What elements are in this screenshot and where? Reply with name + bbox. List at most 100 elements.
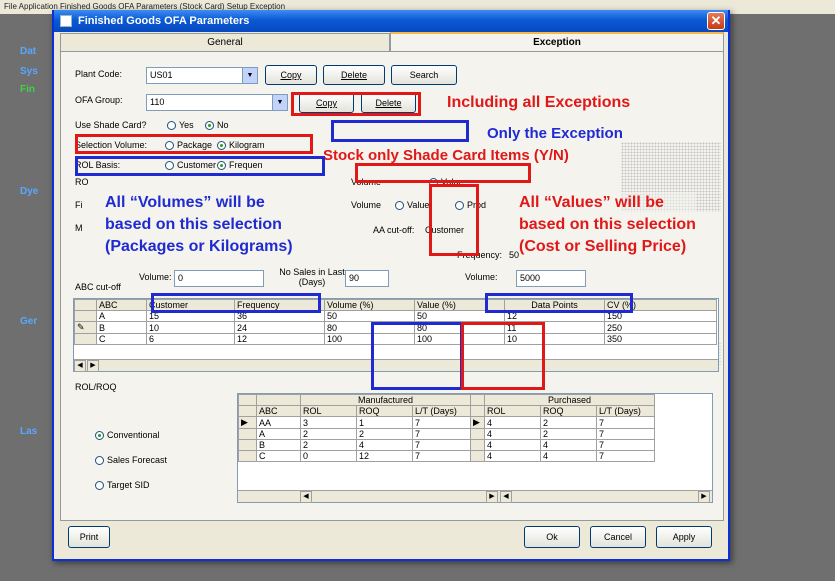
cell-m-rol[interactable]: 2 [300,439,357,451]
value-2-label: Value [407,200,430,210]
scroll-left-icon[interactable]: ◀ [300,491,312,503]
conventional-label: Conventional [107,430,160,440]
cell-p-rol[interactable]: 4 [484,439,541,451]
annotation-stock-only-text: Stock only Shade Card Items (Y/N) [323,147,569,164]
cell-volume[interactable]: 50 [324,310,415,322]
radio-yes[interactable] [167,121,176,131]
cell-m-lt[interactable]: 7 [412,439,471,451]
target-sid-option[interactable]: Target SID [89,480,150,491]
cell-frequency[interactable]: 24 [234,321,325,334]
tab-exception[interactable]: Exception [390,32,724,52]
cell-p-lt[interactable]: 7 [596,450,655,462]
cell-m-rol[interactable]: 2 [300,428,357,440]
ofa-group-select[interactable]: 110 ▼ [146,94,288,111]
table-row[interactable]: A 2 2 7 4 2 7 [238,428,655,440]
cell-abc[interactable]: C [96,333,147,345]
shade-card-no[interactable]: No [199,120,229,131]
scroll-left-icon[interactable]: ◀ [500,491,512,503]
volume-input-2[interactable]: 5000 [516,270,586,287]
copy-plant-button[interactable]: Copy [265,65,317,85]
volume-radio-2[interactable]: Volume [351,200,381,210]
cell-abc[interactable]: A [96,310,147,322]
cell-m-rol[interactable]: 0 [300,450,357,462]
ofa-group-value: 110 [150,97,165,107]
volume-label: Volume: [139,272,172,282]
cell-p-rol[interactable]: 4 [484,450,541,462]
side-label-1: Dat [20,46,37,57]
annotation-box-shade [331,120,469,142]
annotation-values-line-1: All “Values” will be [519,194,664,211]
cell-p-roq[interactable]: 4 [540,450,597,462]
cell-m-roq[interactable]: 12 [356,450,413,462]
cell-p-roq[interactable]: 2 [540,428,597,440]
close-button[interactable]: ✕ [707,12,725,30]
radio-target-sid[interactable] [95,481,104,491]
rolroq-grid[interactable]: Manufactured Purchased ABC ROL ROQ L/T (… [237,393,713,503]
scroll-right-icon[interactable]: ▶ [698,491,710,503]
table-row[interactable]: B 2 4 7 4 4 7 [238,439,655,451]
plant-code-select[interactable]: US01 ▼ [146,67,258,84]
cell-m-roq[interactable]: 2 [356,428,413,440]
cell-p-lt[interactable]: 7 [596,439,655,451]
cell-cv[interactable]: 350 [604,333,717,345]
dialog-titlebar[interactable]: Finished Goods OFA Parameters [54,10,728,32]
cell-p-roq[interactable]: 2 [540,416,597,429]
radio-conventional[interactable] [95,431,104,441]
no-sales-input[interactable]: 90 [345,270,389,287]
cell-m-lt[interactable]: 7 [412,450,471,462]
annotation-volumes-line-2: based on this selection [105,216,282,233]
plant-code-label: Plant Code: [75,69,123,79]
cell-m-lt[interactable]: 7 [412,428,471,440]
cell-m-roq[interactable]: 4 [356,439,413,451]
conventional-option[interactable]: Conventional [89,430,160,441]
print-button[interactable]: Print [68,526,110,548]
cell-m-roq[interactable]: 1 [356,416,413,429]
scroll-right-icon[interactable]: ▶ [486,491,498,503]
cell-customer[interactable]: 6 [146,333,235,345]
value-radio-2[interactable]: Value [389,200,430,211]
current-row-icon: ▶ [470,416,485,429]
delete-plant-button[interactable]: Delete [323,65,385,85]
cell-frequency[interactable]: 12 [234,333,325,345]
volume-input[interactable]: 0 [174,270,264,287]
no-sales-value: 90 [349,273,360,283]
cell-customer[interactable]: 10 [146,321,235,334]
radio-sales-forecast[interactable] [95,456,104,466]
cell-abc[interactable]: B [256,439,301,451]
radio-no[interactable] [205,121,214,131]
fi-label: Fi [75,200,83,210]
cell-abc[interactable]: B [96,321,147,334]
cell-abc[interactable]: AA [256,416,301,429]
cell-abc[interactable]: C [256,450,301,462]
ok-button[interactable]: Ok [524,526,580,548]
volume-input-2-value: 5000 [520,273,541,283]
radio-value-2[interactable] [395,201,404,211]
cell-abc[interactable]: A [256,428,301,440]
apply-button[interactable]: Apply [656,526,712,548]
cell-p-lt[interactable]: 7 [596,428,655,440]
cell-p-rol[interactable]: 4 [484,416,541,429]
cell-m-lt[interactable]: 7 [412,416,471,429]
header-m-roq: ROQ [356,405,413,417]
cell-cv[interactable]: 250 [604,321,717,334]
m-label: M [75,223,83,233]
sales-forecast-option[interactable]: Sales Forecast [89,455,167,466]
search-button[interactable]: Search [391,65,457,85]
scroll-left-icon[interactable]: ◀ [74,360,86,372]
chevron-down-icon: ▼ [272,95,287,110]
cell-m-rol[interactable]: 3 [300,416,357,429]
cell-p-roq[interactable]: 4 [540,439,597,451]
table-row[interactable]: ▶ AA 3 1 7 ▶ 4 2 7 [238,416,655,429]
rolroq-table: Manufactured Purchased ABC ROL ROQ L/T (… [238,394,655,462]
header-abc: ABC [96,299,147,311]
cancel-button[interactable]: Cancel [590,526,646,548]
shade-card-yes[interactable]: Yes [161,120,194,131]
row-indicator-header [238,405,257,417]
table-row[interactable]: C 0 12 7 4 4 7 [238,450,655,462]
cell-p-lt[interactable]: 7 [596,416,655,429]
ok-label: Ok [546,532,558,542]
rolroq-scrollbar[interactable]: ◀ ▶ ◀ ▶ [238,490,712,503]
cell-p-rol[interactable]: 4 [484,428,541,440]
scroll-right-icon[interactable]: ▶ [87,360,99,372]
tab-general[interactable]: General [60,33,390,51]
